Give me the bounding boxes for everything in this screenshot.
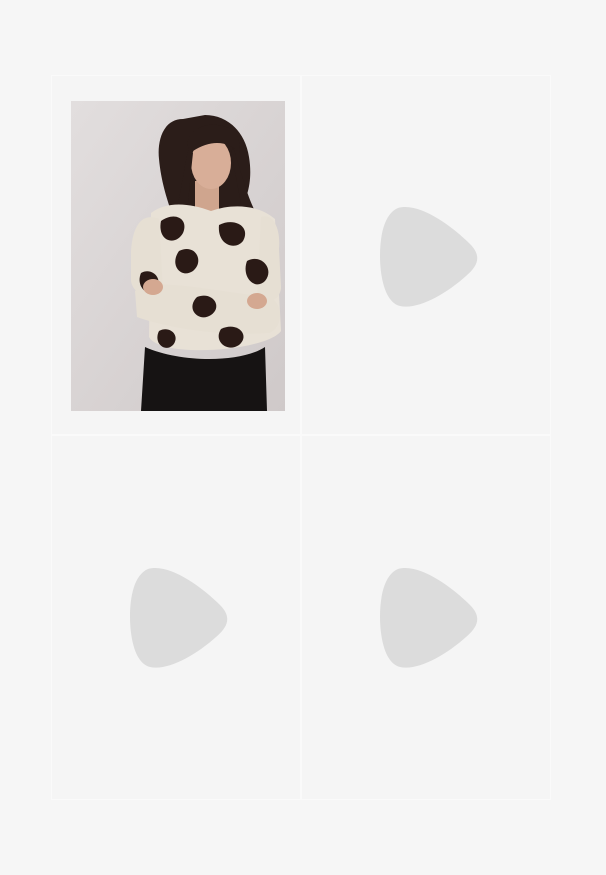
product-photo[interactable] (71, 101, 285, 411)
product-gallery (0, 0, 606, 875)
play-icon[interactable] (378, 204, 478, 308)
play-icon[interactable] (378, 565, 478, 669)
play-icon[interactable] (128, 565, 228, 669)
